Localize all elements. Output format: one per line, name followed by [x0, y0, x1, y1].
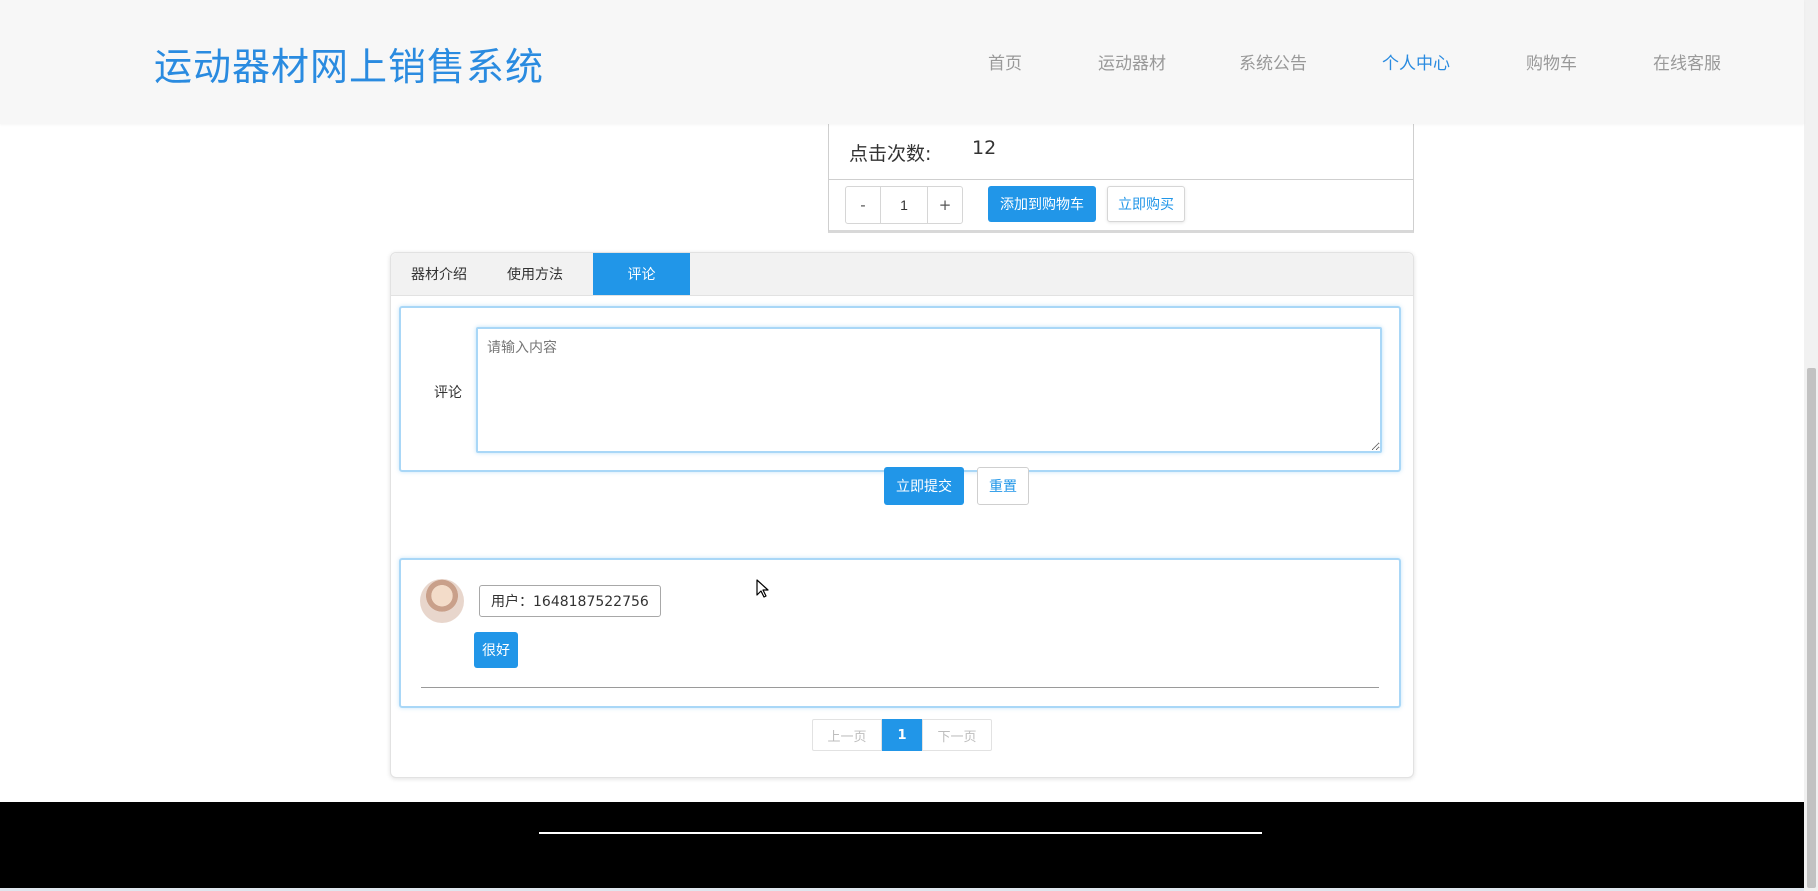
site-footer	[0, 802, 1804, 888]
page-1-button[interactable]: 1	[882, 719, 922, 751]
mouse-cursor-icon	[756, 579, 769, 598]
comment-form: 评论 立即提交 重置	[399, 306, 1401, 505]
quantity-increase-button[interactable]: +	[928, 187, 962, 223]
site-title[interactable]: 运动器材网上销售系统	[154, 36, 544, 91]
nav-item-customer-service[interactable]: 在线客服	[1653, 49, 1721, 74]
buy-now-button[interactable]: 立即购买	[1107, 186, 1185, 222]
click-count-value: 12	[972, 137, 997, 159]
pagination: 上一页 1 下一页	[812, 719, 992, 751]
comment-label: 评论	[434, 385, 462, 401]
comment-list: 用户：1648187522756 很好	[399, 558, 1401, 708]
nav-item-personal-center[interactable]: 个人中心	[1382, 49, 1450, 74]
tab-equipment-intro[interactable]: 器材介绍	[391, 253, 487, 295]
site-header: 运动器材网上销售系统 首页 运动器材 系统公告 个人中心 购物车 在线客服	[0, 0, 1804, 124]
submit-button[interactable]: 立即提交	[884, 467, 964, 505]
comment-user: 用户：1648187522756	[479, 585, 661, 617]
reset-button[interactable]: 重置	[977, 467, 1029, 505]
divider	[829, 179, 1413, 180]
tab-bar: 器材介绍 使用方法 评论	[391, 253, 1413, 296]
next-page-button[interactable]: 下一页	[922, 719, 992, 751]
nav-item-announcements[interactable]: 系统公告	[1239, 49, 1307, 74]
detail-tabs-card: 器材介绍 使用方法 评论 评论 立即提交 重置 用户：1648187522756…	[390, 252, 1414, 778]
avatar	[420, 579, 464, 623]
tab-usage[interactable]: 使用方法	[487, 253, 583, 295]
prev-page-button[interactable]: 上一页	[812, 719, 882, 751]
quantity-stepper: - +	[845, 186, 963, 224]
click-count-label: 点击次数:	[849, 143, 932, 165]
comment-content: 很好	[474, 632, 518, 668]
quantity-decrease-button[interactable]: -	[846, 187, 880, 223]
product-info-panel: 点击次数: 12 - + 添加到购物车 立即购买	[828, 110, 1414, 233]
nav-item-equipment[interactable]: 运动器材	[1098, 49, 1166, 74]
scrollbar-thumb[interactable]	[1807, 368, 1816, 888]
divider	[421, 687, 1379, 688]
footer-divider	[539, 832, 1262, 834]
nav-item-home[interactable]: 首页	[988, 49, 1022, 74]
comment-textarea[interactable]	[476, 327, 1382, 453]
nav-item-cart[interactable]: 购物车	[1526, 49, 1577, 74]
quantity-input[interactable]	[880, 187, 928, 223]
tab-comments[interactable]: 评论	[593, 253, 690, 295]
add-to-cart-button[interactable]: 添加到购物车	[988, 186, 1096, 222]
